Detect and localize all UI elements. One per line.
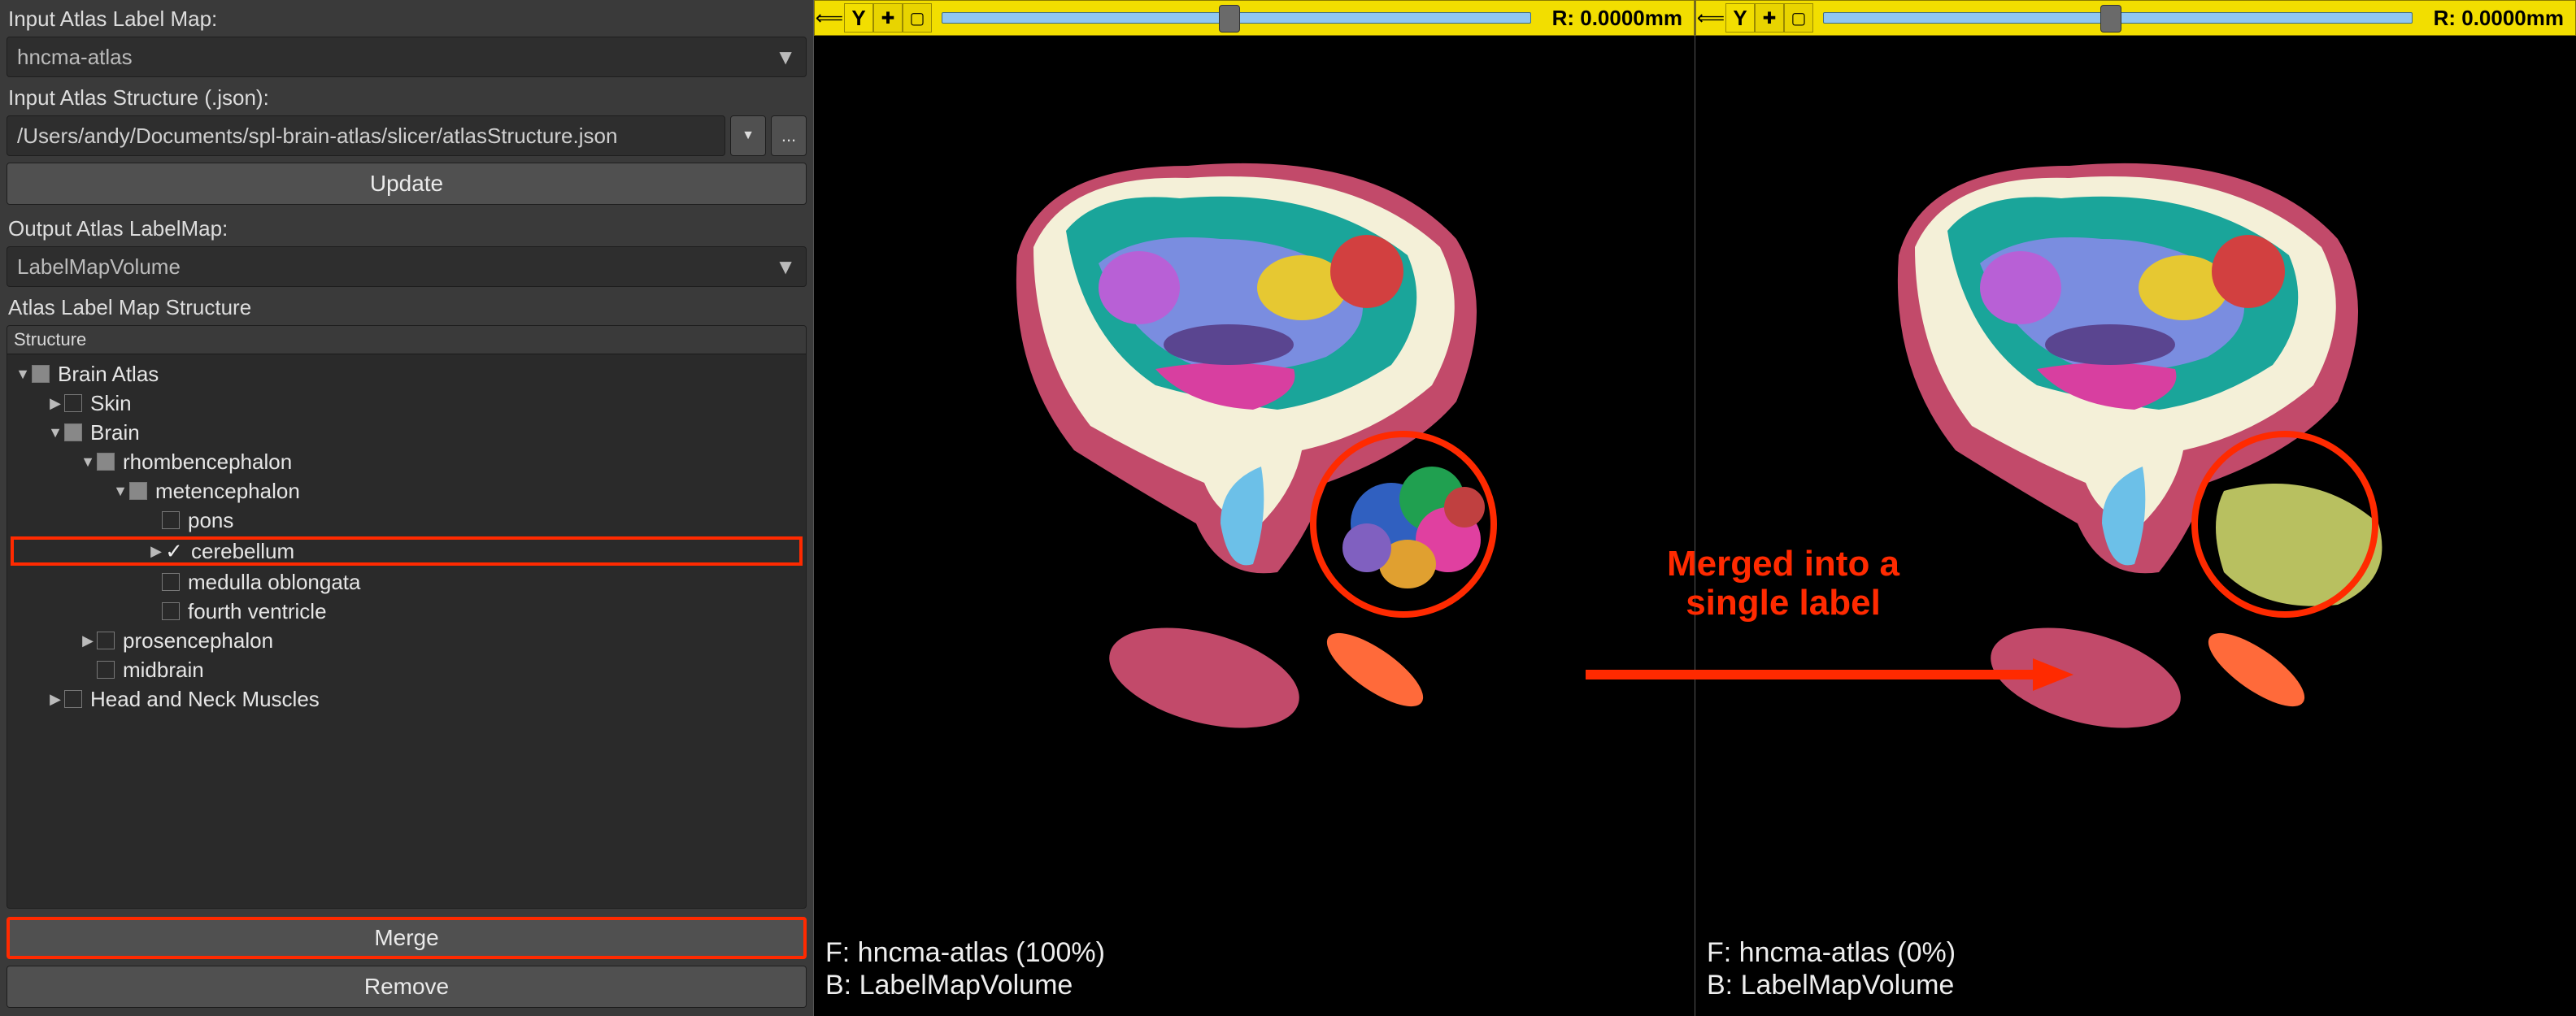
brain-atlas-image-right	[1695, 36, 2576, 1016]
input-atlas-structure-path[interactable]: /Users/andy/Documents/spl-brain-atlas/sl…	[7, 115, 725, 156]
expand-icon: ▶	[147, 543, 165, 560]
tree-node-metencephalon[interactable]: ▼metencephalon	[11, 476, 803, 506]
checkbox-icon[interactable]	[97, 632, 115, 649]
slice-offset-value: R: 0.0000mm	[1541, 6, 1694, 31]
expand-icon: ▶	[79, 632, 97, 649]
label-input-atlas-map: Input Atlas Label Map:	[0, 0, 813, 35]
foreground-label: F: hncma-atlas (0%)	[1707, 936, 1956, 969]
tree-node-brain[interactable]: ▼Brain	[11, 418, 803, 447]
annotation-text: Merged into a single label	[1667, 545, 1899, 623]
structure-tree-container: Structure ▼Brain Atlas ▶Skin ▼Brain ▼rho…	[7, 325, 807, 909]
expand-icon: ▼	[46, 424, 64, 441]
input-atlas-labelmap-value: hncma-atlas	[7, 45, 142, 70]
slice-overlay-right: F: hncma-atlas (0%) B: LabelMapVolume	[1707, 936, 1956, 1001]
chevron-down-icon: ▼	[765, 45, 806, 70]
annotation-circle-left	[1310, 431, 1497, 618]
checkbox-icon[interactable]	[162, 511, 180, 529]
slice-offset-slider[interactable]	[942, 10, 1531, 26]
orientation-y-button[interactable]: Y	[844, 3, 873, 33]
slider-thumb[interactable]	[2100, 5, 2121, 33]
slice-view-right: ⟸ Y ✚ ▢ R: 0.0000mm	[1695, 0, 2576, 1016]
tree-node-fourth-ventricle[interactable]: ▶fourth ventricle	[11, 597, 803, 626]
tree-node-brain-atlas[interactable]: ▼Brain Atlas	[11, 359, 803, 389]
merge-button[interactable]: Merge	[7, 917, 807, 959]
maximize-icon[interactable]: ▢	[903, 3, 932, 33]
expand-icon: ▶	[46, 691, 64, 708]
output-atlas-labelmap-select[interactable]: LabelMapVolume ▼	[7, 246, 807, 287]
expand-icon: ▶	[46, 395, 64, 412]
label-tree-section: Atlas Label Map Structure	[0, 289, 813, 323]
tree-node-pons[interactable]: ▶pons	[11, 506, 803, 535]
orientation-y-button[interactable]: Y	[1725, 3, 1755, 33]
brain-atlas-image-left	[814, 36, 1695, 1016]
input-atlas-structure-value: /Users/andy/Documents/spl-brain-atlas/sl…	[7, 124, 627, 149]
crosshair-icon[interactable]: ✚	[1755, 3, 1784, 33]
checkbox-icon[interactable]	[97, 661, 115, 679]
chevron-down-icon: ▼	[742, 128, 755, 143]
slice-toolbar-right: ⟸ Y ✚ ▢ R: 0.0000mm	[1695, 0, 2576, 36]
update-button[interactable]: Update	[7, 163, 807, 205]
expand-icon: ▼	[79, 454, 97, 471]
slice-offset-slider[interactable]	[1823, 10, 2413, 26]
foreground-label: F: hncma-atlas (100%)	[825, 936, 1105, 969]
check-icon: ✓	[165, 539, 183, 564]
checkbox-icon[interactable]	[64, 394, 82, 412]
checkbox-icon[interactable]	[162, 573, 180, 591]
checkbox-icon[interactable]	[64, 690, 82, 708]
label-input-atlas-structure: Input Atlas Structure (.json):	[0, 79, 813, 114]
remove-button[interactable]: Remove	[7, 966, 807, 1008]
checkbox-icon[interactable]	[64, 423, 82, 441]
annotation-circle-right	[2191, 431, 2378, 618]
history-dropdown-button[interactable]: ▼	[730, 115, 766, 156]
slice-offset-value: R: 0.0000mm	[2422, 6, 2575, 31]
tree-node-midbrain[interactable]: ▶midbrain	[11, 655, 803, 684]
tree-column-header: Structure	[7, 326, 806, 354]
pin-icon[interactable]: ⟸	[815, 3, 844, 33]
checkbox-icon[interactable]	[129, 482, 147, 500]
structure-tree[interactable]: ▼Brain Atlas ▶Skin ▼Brain ▼rhombencephal…	[7, 354, 806, 908]
chevron-down-icon: ▼	[765, 254, 806, 280]
atlas-panel: Input Atlas Label Map: hncma-atlas ▼ Inp…	[0, 0, 813, 1016]
slice-overlay-left: F: hncma-atlas (100%) B: LabelMapVolume	[825, 936, 1105, 1001]
browse-button[interactable]: ...	[771, 115, 807, 156]
slider-thumb[interactable]	[1219, 5, 1240, 33]
slice-view-left: ⟸ Y ✚ ▢ R: 0.0000mm	[813, 0, 1695, 1016]
annotation-arrow-icon	[1577, 642, 2082, 707]
maximize-icon[interactable]: ▢	[1784, 3, 1813, 33]
tree-node-medulla-oblongata[interactable]: ▶medulla oblongata	[11, 567, 803, 597]
background-label: B: LabelMapVolume	[1707, 969, 1956, 1001]
tree-node-prosencephalon[interactable]: ▶prosencephalon	[11, 626, 803, 655]
checkbox-icon[interactable]	[97, 453, 115, 471]
expand-icon: ▼	[14, 366, 32, 383]
input-atlas-labelmap-select[interactable]: hncma-atlas ▼	[7, 37, 807, 77]
pin-icon[interactable]: ⟸	[1696, 3, 1725, 33]
expand-icon: ▼	[111, 483, 129, 500]
tree-node-rhombencephalon[interactable]: ▼rhombencephalon	[11, 447, 803, 476]
label-output-atlas-map: Output Atlas LabelMap:	[0, 210, 813, 245]
checkbox-icon[interactable]	[162, 602, 180, 620]
tree-node-cerebellum[interactable]: ▶✓cerebellum	[11, 536, 803, 566]
checkbox-icon[interactable]	[32, 365, 50, 383]
output-atlas-labelmap-value: LabelMapVolume	[7, 254, 190, 280]
background-label: B: LabelMapVolume	[825, 969, 1105, 1001]
crosshair-icon[interactable]: ✚	[873, 3, 903, 33]
slice-toolbar-left: ⟸ Y ✚ ▢ R: 0.0000mm	[814, 0, 1695, 36]
tree-node-head-neck-muscles[interactable]: ▶Head and Neck Muscles	[11, 684, 803, 714]
tree-node-skin[interactable]: ▶Skin	[11, 389, 803, 418]
